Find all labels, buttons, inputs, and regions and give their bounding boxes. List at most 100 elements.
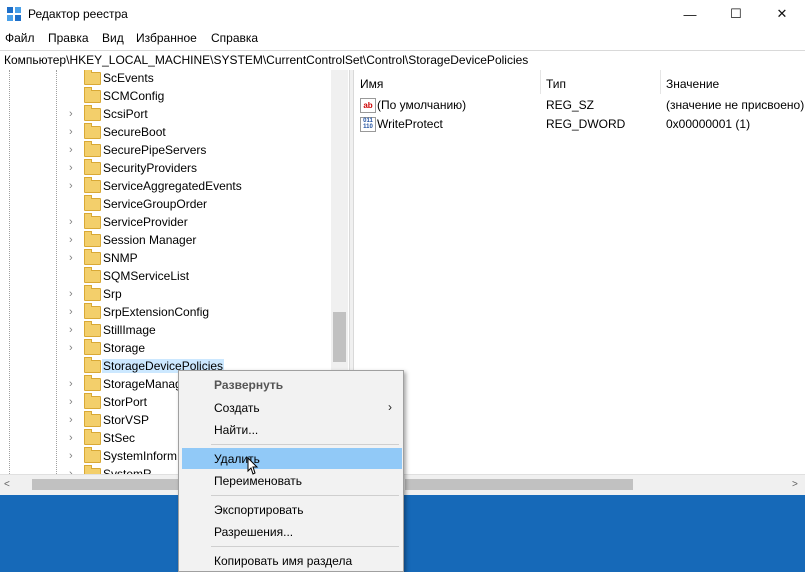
mouse-cursor-icon <box>247 456 259 475</box>
expand-chevron-icon[interactable]: › <box>69 162 73 174</box>
column-type-label: Тип <box>546 77 567 91</box>
expand-chevron-icon[interactable]: › <box>69 342 73 354</box>
scroll-left-icon[interactable]: < <box>4 479 10 490</box>
close-button[interactable]: ✕ <box>759 0 805 28</box>
tree-item-label: ScEvents <box>103 71 154 85</box>
column-header-type[interactable]: Тип <box>540 70 661 94</box>
list-horizontal-scroll-thumb[interactable] <box>405 479 633 490</box>
menu-help[interactable]: Справка <box>211 31 258 45</box>
folder-icon <box>84 177 101 193</box>
menu-separator <box>211 546 399 547</box>
folder-icon <box>84 303 101 319</box>
tree-item-label: StSec <box>103 431 136 445</box>
folder-icon <box>84 393 101 409</box>
context-menu-copy-key-name[interactable]: Копировать имя раздела <box>182 550 402 571</box>
tree-item-label: SystemR <box>103 467 152 474</box>
column-header-name[interactable]: Имя <box>354 70 541 94</box>
value-name: WriteProtect <box>377 117 443 131</box>
tree-item-label: StorPort <box>103 395 148 409</box>
folder-icon <box>84 375 101 391</box>
value-row[interactable]: ab (По умолчанию) REG_SZ (значение не пр… <box>354 95 805 114</box>
tree-item-label: SrpExtensionConfig <box>103 305 210 319</box>
context-menu-expand[interactable]: Развернуть <box>182 374 402 395</box>
menu-file[interactable]: Файл <box>5 31 35 45</box>
tree-item[interactable]: › SrpExtensionConfig <box>0 303 330 321</box>
expand-chevron-icon[interactable]: › <box>69 252 73 264</box>
menu-separator <box>211 444 399 445</box>
column-header-value[interactable]: Значение <box>660 70 805 94</box>
tree-horizontal-scroll-thumb[interactable] <box>32 479 180 490</box>
expand-chevron-icon[interactable]: › <box>69 378 73 390</box>
expand-chevron-icon[interactable]: › <box>69 306 73 318</box>
tree-item-label: SQMServiceList <box>103 269 190 283</box>
tree-item[interactable]: › SecurityProviders <box>0 159 330 177</box>
tree-item[interactable]: SCMConfig <box>0 87 330 105</box>
value-data: (значение не присвоено) <box>666 98 805 112</box>
scroll-right-icon[interactable]: > <box>792 479 798 490</box>
tree-item[interactable]: › ServiceProvider <box>0 213 330 231</box>
expand-chevron-icon[interactable]: › <box>69 324 73 336</box>
context-menu-export[interactable]: Экспортировать <box>182 499 402 520</box>
value-row[interactable]: 011 110 WriteProtect REG_DWORD 0x00000001… <box>354 114 805 133</box>
expand-chevron-icon[interactable]: › <box>69 288 73 300</box>
folder-icon <box>84 105 101 121</box>
expand-chevron-icon[interactable]: › <box>69 216 73 228</box>
menu-view[interactable]: Вид <box>102 31 124 45</box>
tree-item[interactable]: ServiceGroupOrder <box>0 195 330 213</box>
column-name-label: Имя <box>360 77 384 91</box>
menu-bar: Файл Правка Вид Избранное Справка <box>0 28 805 49</box>
registry-editor-icon <box>7 7 21 21</box>
expand-chevron-icon[interactable]: › <box>69 180 73 192</box>
address-path: Компьютер\HKEY_LOCAL_MACHINE\SYSTEM\Curr… <box>4 53 529 67</box>
title-bar[interactable]: Редактор реестра — ☐ ✕ <box>0 0 805 28</box>
address-bar[interactable]: Компьютер\HKEY_LOCAL_MACHINE\SYSTEM\Curr… <box>0 50 805 71</box>
minimize-button[interactable]: — <box>667 0 713 28</box>
expand-chevron-icon[interactable]: › <box>69 234 73 246</box>
context-menu-create[interactable]: Создать › <box>182 397 402 418</box>
expand-chevron-icon[interactable]: › <box>69 144 73 156</box>
tree-item[interactable]: ScEvents <box>0 70 330 87</box>
tree-item[interactable]: › SNMP <box>0 249 330 267</box>
expand-chevron-icon[interactable]: › <box>69 432 73 444</box>
context-menu-find[interactable]: Найти... <box>182 419 402 440</box>
context-menu-label: Развернуть <box>214 378 284 392</box>
values-list: Имя Тип Значение ab (По умолчанию) REG_S… <box>354 70 805 474</box>
tree-item-label: SystemInform <box>103 449 178 463</box>
folder-icon <box>84 321 101 337</box>
value-name: (По умолчанию) <box>377 98 467 112</box>
expand-chevron-icon[interactable]: › <box>69 396 73 408</box>
value-type: REG_SZ <box>546 98 595 112</box>
context-menu-permissions[interactable]: Разрешения... <box>182 521 402 542</box>
folder-icon <box>84 357 101 373</box>
tree-scroll-thumb[interactable] <box>333 312 346 362</box>
context-menu-delete[interactable]: Удалить <box>182 448 402 469</box>
tree-item[interactable]: › StillImage <box>0 321 330 339</box>
menu-favorites[interactable]: Избранное <box>136 31 197 45</box>
string-value-icon: ab <box>360 98 376 113</box>
tree-item[interactable]: › Storage <box>0 339 330 357</box>
tree-item[interactable]: › SecurePipeServers <box>0 141 330 159</box>
expand-chevron-icon[interactable]: › <box>69 108 73 120</box>
expand-chevron-icon[interactable]: › <box>69 414 73 426</box>
folder-icon <box>84 213 101 229</box>
menu-edit[interactable]: Правка <box>48 31 89 45</box>
tree-item[interactable]: › Srp <box>0 285 330 303</box>
context-menu-rename[interactable]: Переименовать <box>182 470 402 491</box>
tree-item[interactable]: SQMServiceList <box>0 267 330 285</box>
tree-item-label: SecureBoot <box>103 125 166 139</box>
context-menu: Развернуть Создать › Найти... Удалить Пер… <box>178 370 404 572</box>
window-title: Редактор реестра <box>28 7 128 21</box>
maximize-button[interactable]: ☐ <box>713 0 759 28</box>
tree-item-label: SecurityProviders <box>103 161 198 175</box>
tree-item[interactable]: › SecureBoot <box>0 123 330 141</box>
expand-chevron-icon[interactable]: › <box>69 450 73 462</box>
folder-icon <box>84 447 101 463</box>
tree-item-label: ScsiPort <box>103 107 148 121</box>
expand-chevron-icon[interactable]: › <box>69 126 73 138</box>
folder-icon <box>84 411 101 427</box>
submenu-arrow-icon: › <box>388 400 392 414</box>
tree-item[interactable]: › Session Manager <box>0 231 330 249</box>
tree-item[interactable]: › ServiceAggregatedEvents <box>0 177 330 195</box>
tree-item[interactable]: › ScsiPort <box>0 105 330 123</box>
folder-icon <box>84 159 101 175</box>
